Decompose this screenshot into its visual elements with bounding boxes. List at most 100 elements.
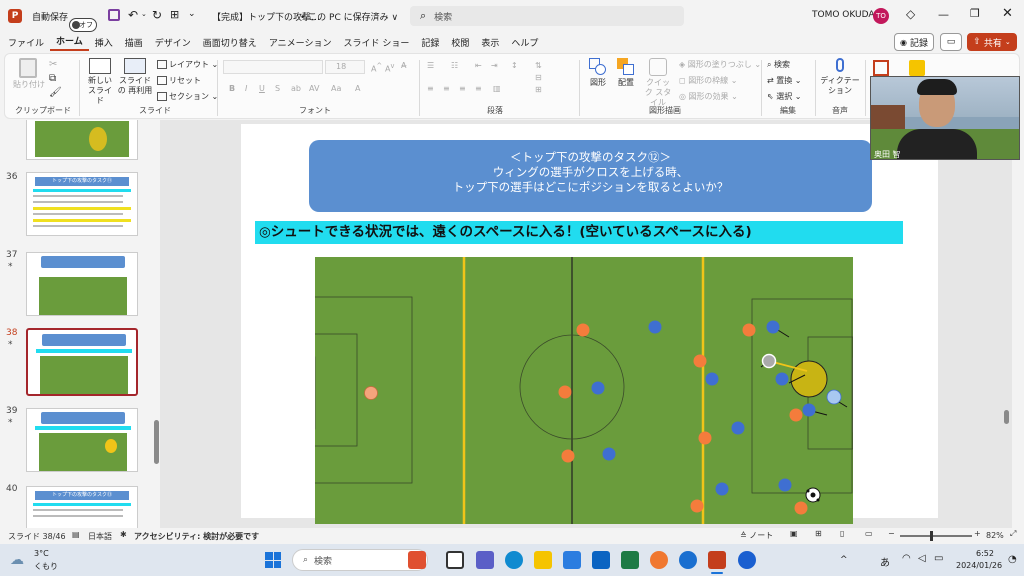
new-slide-button[interactable]: 新しい スライド (83, 58, 117, 106)
font-size-select[interactable]: 18 (325, 60, 365, 74)
tab-file[interactable]: ファイル (2, 36, 50, 49)
spellcheck-icon[interactable]: ▤ (72, 530, 80, 539)
undo-dropdown-icon[interactable]: ⌄ (141, 10, 147, 18)
zoom-in-icon[interactable]: + (974, 529, 981, 538)
clock-date[interactable]: 2024/01/26 (956, 561, 1002, 570)
speaker-icon[interactable]: ◁ (918, 553, 926, 564)
align-left-icon[interactable]: ≡ (427, 84, 434, 94)
format-painter-icon[interactable]: 🖌 (49, 88, 62, 98)
shrink-font-icon[interactable]: Av (385, 61, 394, 75)
replace-button[interactable]: ⇄ 置換 ⌄ (767, 76, 802, 86)
slide-subtitle[interactable]: ◎シュートできる状況では、遠くのスペースに入る！(空いているスペースに入る) (255, 221, 903, 244)
user-name[interactable]: TOMO OKUDA (812, 10, 875, 20)
store-icon[interactable] (563, 551, 581, 569)
shapes-button[interactable]: 図形 (585, 58, 611, 88)
layout-button[interactable]: レイアウト ⌄ (157, 60, 218, 70)
weather-icon[interactable]: ☁ (10, 552, 24, 568)
numbering-icon[interactable]: ☷ (451, 61, 458, 71)
bold-icon[interactable]: B (229, 84, 235, 94)
tab-animations[interactable]: アニメーション (263, 36, 338, 49)
accessibility-status[interactable]: アクセシビリティ: 検討が必要です (134, 531, 259, 542)
save-icon[interactable] (108, 9, 120, 21)
reset-button[interactable]: リセット (157, 76, 201, 86)
slide-thumbnail-36[interactable]: トップ下の攻撃のタスク⑪ (26, 172, 138, 236)
shadow-icon[interactable]: S (275, 84, 280, 94)
cut-icon[interactable]: ✂ (49, 60, 57, 70)
slide-title-banner[interactable]: ＜トップ下の攻撃のタスク⑫＞ ウィングの選手がクロスを上げる時、 トップ下の選手… (309, 140, 872, 212)
tab-transitions[interactable]: 画面切り替え (197, 36, 263, 49)
share-button[interactable]: ⇧ 共有 ⌄ (967, 33, 1017, 51)
canvas-scrollbar[interactable] (1004, 410, 1009, 424)
tab-insert[interactable]: 挿入 (89, 36, 119, 49)
tab-design[interactable]: デザイン (149, 36, 197, 49)
copilot-icon[interactable] (909, 60, 925, 76)
notes-button[interactable]: ≙ ノート (740, 530, 773, 541)
grow-font-icon[interactable]: A^ (371, 61, 382, 75)
edge-icon[interactable] (505, 551, 523, 569)
smartart-icon[interactable]: ⊞ (535, 85, 542, 95)
designer-icon[interactable] (873, 60, 889, 76)
present-icon[interactable]: ⊞ (170, 8, 179, 21)
autosave-toggle[interactable]: オフ (69, 18, 97, 32)
arrange-button[interactable]: 配置 (613, 58, 639, 88)
save-status[interactable]: • この PC に保存済み ∨ (300, 10, 398, 23)
zoom-level[interactable]: 82% (986, 531, 1004, 540)
minimize-icon[interactable]: — (938, 8, 949, 21)
shape-outline-button[interactable]: ◻ 図形の枠線 ⌄ (679, 76, 737, 86)
mail-icon[interactable] (592, 551, 610, 569)
app-blue-icon[interactable] (679, 551, 697, 569)
align-center-icon[interactable]: ≡ (443, 84, 450, 94)
align-text-icon[interactable]: ⊟ (535, 73, 542, 83)
line-spacing-icon[interactable]: ↕ (511, 61, 518, 71)
reuse-slide-button[interactable]: スライドの 再利用 (117, 58, 153, 96)
close-icon[interactable]: ✕ (1002, 6, 1013, 21)
avatar[interactable]: TO (873, 8, 889, 24)
indent-icon[interactable]: ⇤ (475, 61, 482, 71)
restore-icon[interactable]: ❐ (970, 7, 980, 20)
zoom-slider-thumb[interactable] (930, 531, 933, 541)
slideshow-view-icon[interactable]: ▭ (865, 529, 873, 538)
find-button[interactable]: ⌕ 検索 (767, 60, 790, 70)
align-right-icon[interactable]: ≡ (459, 84, 466, 94)
zoom-out-icon[interactable]: − (888, 529, 895, 538)
font-name-select[interactable] (223, 60, 323, 74)
teams-icon[interactable] (476, 551, 494, 569)
tab-draw[interactable]: 描画 (119, 36, 149, 49)
reading-view-icon[interactable]: ▯ (840, 529, 844, 538)
tab-record[interactable]: 記録 (415, 36, 445, 49)
record-button[interactable]: ◉ 記録 (894, 33, 934, 51)
battery-icon[interactable]: ▭ (934, 553, 943, 564)
clear-format-icon[interactable]: A̶ (401, 61, 406, 71)
gift-app-icon[interactable] (408, 551, 426, 569)
zoom-app-icon[interactable] (738, 551, 756, 569)
tab-review[interactable]: 校閲 (445, 36, 475, 49)
fit-slide-icon[interactable]: ⤢ (1010, 529, 1016, 539)
task-view-icon[interactable] (446, 551, 464, 569)
file-explorer-icon[interactable] (534, 551, 552, 569)
qat-more-icon[interactable]: ⌄ (188, 9, 196, 19)
bullets-icon[interactable]: ☰ (427, 61, 434, 71)
justify-icon[interactable]: ≡ (475, 84, 482, 94)
normal-view-icon[interactable]: ▣ (790, 529, 798, 538)
app-orange-icon[interactable] (650, 551, 668, 569)
select-button[interactable]: ⇖ 選択 ⌄ (767, 92, 802, 102)
shape-effects-button[interactable]: ◎ 図形の効果 ⌄ (679, 92, 738, 102)
font-color-icon[interactable]: A (355, 84, 360, 94)
tab-home[interactable]: ホーム (50, 34, 89, 51)
soccer-pitch[interactable] (315, 257, 853, 524)
comments-button[interactable]: ▭ (940, 33, 962, 51)
slide-counter[interactable]: スライド 38/46 (8, 531, 66, 542)
slide-thumbnail-38[interactable] (26, 328, 138, 396)
slide-thumbnail-39[interactable] (26, 408, 138, 472)
clock-time[interactable]: 6:52 (976, 549, 994, 558)
slide-thumbnail-40[interactable]: トップ下の攻撃のタスク⑬ (26, 486, 138, 528)
undo-icon[interactable]: ↶ (128, 8, 138, 22)
ime-indicator[interactable]: あ (880, 554, 890, 569)
section-button[interactable]: セクション ⌄ (157, 92, 218, 102)
excel-icon[interactable] (621, 551, 639, 569)
zoom-slider[interactable] (900, 535, 972, 537)
tray-chevron-icon[interactable]: ^ (840, 555, 848, 565)
start-button[interactable] (265, 552, 281, 568)
slide-thumbnail-37[interactable] (26, 252, 138, 316)
copy-icon[interactable]: ⧉ (49, 74, 56, 84)
